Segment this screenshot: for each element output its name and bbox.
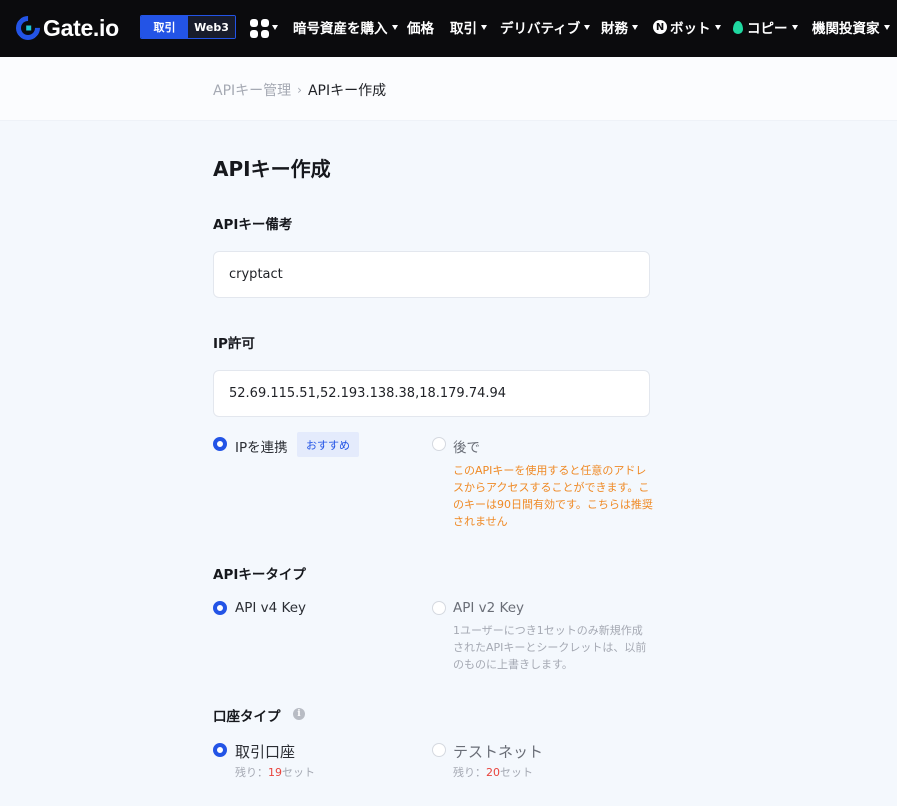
testnet-radio[interactable] — [432, 743, 446, 757]
chevron-down-icon — [714, 24, 721, 30]
info-icon[interactable]: i — [293, 708, 305, 720]
copy-leaf-icon — [733, 20, 743, 34]
ip-later-label[interactable]: 後で — [453, 436, 480, 456]
nav-derivatives-label: デリバティブ — [500, 21, 581, 37]
ip-later-warning: このAPIキーを使用すると任意のアドレスからアクセスすることができます。このキー… — [453, 464, 653, 528]
nav-trade[interactable]: 取引 — [450, 17, 487, 37]
remaining-suffix: セット — [500, 766, 533, 779]
api-key-note-label: APIキー備考 — [213, 217, 293, 233]
ip-address-input[interactable] — [213, 370, 650, 417]
chevron-down-icon — [391, 24, 398, 30]
api-v2-note: 1ユーザーにつき1セットのみ新規作成されたAPIキーとシークレットは、以前のもの… — [453, 624, 647, 671]
ip-later-radio[interactable] — [432, 437, 446, 451]
chevron-down-icon — [584, 24, 591, 30]
api-v2-label[interactable]: API v2 Key — [453, 600, 524, 616]
api-v4-radio[interactable] — [213, 601, 227, 615]
mode-web3-button[interactable]: Web3 — [188, 16, 235, 38]
mode-trade-button[interactable]: 取引 — [141, 16, 188, 38]
nav-buy-crypto[interactable]: 暗号資産を購入 — [293, 17, 398, 37]
nav-finance[interactable]: 財務 — [601, 17, 638, 37]
testnet-remaining: 残り：20セット — [453, 764, 533, 780]
remaining-prefix: 残り： — [235, 766, 268, 779]
trade-account-remaining: 残り：19セット — [235, 764, 315, 780]
apps-grid-icon[interactable] — [250, 19, 269, 38]
page-title: APIキー作成 — [213, 157, 331, 181]
nav-trade-label: 取引 — [450, 21, 477, 37]
chevron-down-icon — [481, 24, 487, 30]
nav-copy-label: コピー — [747, 21, 788, 37]
remaining-prefix: 残り： — [453, 766, 486, 779]
remaining-count: 20 — [486, 766, 500, 779]
breadcrumb: APIキー管理 › APIキー作成 — [213, 80, 386, 100]
apps-chevron-down-icon[interactable] — [272, 25, 278, 30]
recommended-badge: おすすめ — [297, 432, 359, 457]
breadcrumb-current: APIキー作成 — [307, 83, 387, 99]
trade-account-label[interactable]: 取引口座 — [235, 741, 295, 762]
gate-logo[interactable]: Gate.io — [11, 11, 119, 45]
breadcrumb-api-key-management[interactable]: APIキー管理 — [213, 80, 291, 100]
chevron-down-icon — [632, 24, 638, 30]
logo-text: Gate.io — [43, 14, 119, 41]
breadcrumb-bar: APIキー管理 › APIキー作成 — [0, 57, 897, 121]
bot-badge-icon: N — [653, 20, 667, 34]
nav-prices[interactable]: 価格 — [407, 17, 434, 37]
account-type-label: 口座タイプ — [213, 709, 281, 725]
nav-bot-label: ボット — [670, 21, 711, 37]
ip-permission-label: IP許可 — [213, 336, 255, 352]
nav-buy-crypto-label: 暗号資産を購入 — [293, 21, 388, 37]
testnet-label[interactable]: テストネット — [453, 741, 543, 762]
nav-bot[interactable]: N ボット — [653, 17, 721, 37]
chevron-down-icon — [883, 24, 890, 30]
remaining-suffix: セット — [282, 766, 315, 779]
breadcrumb-separator-icon: › — [297, 83, 302, 97]
nav-prices-label: 価格 — [407, 21, 434, 37]
nav-institutional-label: 機関投資家 — [812, 21, 880, 37]
api-v4-label[interactable]: API v4 Key — [235, 600, 306, 616]
api-key-note-input[interactable] — [213, 251, 650, 298]
top-navigation: Gate.io 取引 Web3 暗号資産を購入 価格 取引 デリバティブ 財務 … — [0, 0, 897, 57]
trade-account-radio[interactable] — [213, 743, 227, 757]
nav-derivatives[interactable]: デリバティブ — [500, 17, 591, 37]
nav-copy[interactable]: コピー — [733, 17, 798, 37]
ip-bind-radio[interactable] — [213, 437, 227, 451]
nav-finance-label: 財務 — [601, 21, 628, 37]
mode-switch: 取引 Web3 — [140, 15, 236, 39]
gate-logo-icon — [11, 11, 45, 45]
ip-bind-label[interactable]: IPを連携 — [235, 436, 288, 456]
remaining-count: 19 — [268, 766, 282, 779]
chevron-down-icon — [791, 24, 798, 30]
api-v2-radio[interactable] — [432, 601, 446, 615]
api-key-type-label: APIキータイプ — [213, 567, 306, 583]
nav-institutional[interactable]: 機関投資家 — [812, 17, 890, 37]
